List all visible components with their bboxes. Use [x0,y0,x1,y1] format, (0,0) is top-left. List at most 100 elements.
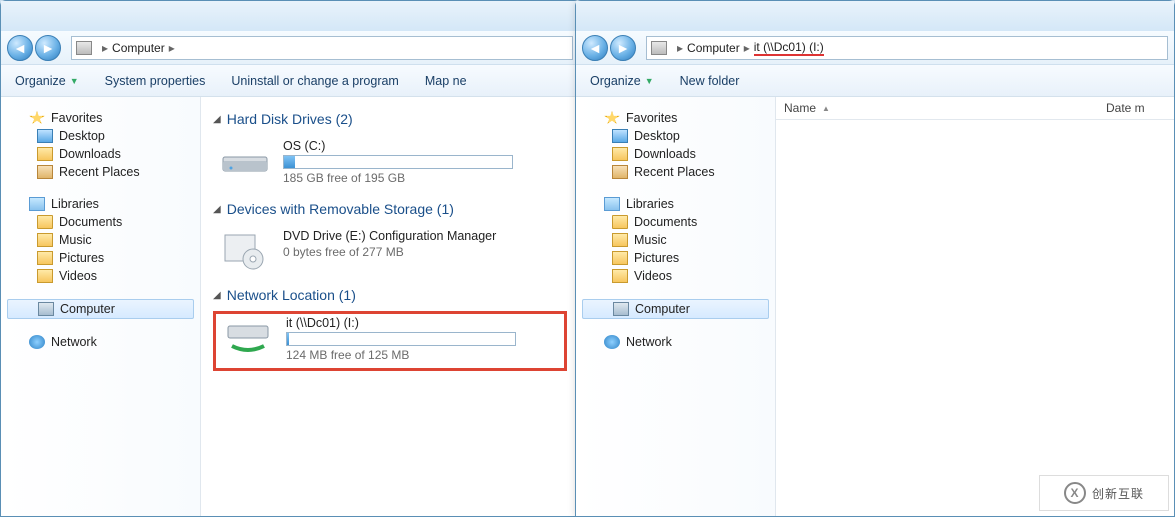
folder-icon [37,269,53,283]
recent-icon [37,165,53,179]
sidebar-item-videos[interactable]: Videos [1,267,200,285]
breadcrumb-separator-icon: ▸ [102,41,108,55]
nav-back-button[interactable]: ◄ [582,35,608,61]
dropdown-icon: ▼ [645,76,654,86]
breadcrumb-separator-icon: ▸ [744,41,750,55]
titlebar[interactable] [576,1,1174,31]
folder-icon [612,215,628,229]
navbar: ◄ ► ▸ Computer ▸ it (\\Dc01) (I:) [576,31,1174,65]
folder-icon [37,251,53,265]
window-body: ▷Favorites Desktop Downloads Recent Plac… [576,97,1174,516]
capacity-bar [283,155,513,169]
category-hard-disk-drives[interactable]: ◢Hard Disk Drives (2) [213,111,567,127]
sidebar-favorites-header[interactable]: ▷Favorites [1,109,200,127]
system-properties-button[interactable]: System properties [105,74,206,88]
collapse-icon: ◢ [213,114,221,125]
watermark: X 创新互联 [1039,475,1169,511]
drive-free-text: 185 GB free of 195 GB [283,171,563,185]
column-headers: Name▲ Date m [776,97,1174,120]
computer-icon [613,302,629,316]
drive-icon [651,41,667,55]
sidebar-item-pictures[interactable]: Pictures [576,249,775,267]
sidebar-libraries-header[interactable]: ▷Libraries [576,195,775,213]
breadcrumb-separator-icon: ▸ [169,41,175,55]
recent-icon [612,165,628,179]
folder-icon [612,251,628,265]
file-list-empty [776,120,1174,480]
capacity-bar [286,332,516,346]
drive-network-it-dc01[interactable]: it (\\Dc01) (I:) 124 MB free of 125 MB [213,311,567,371]
category-removable-storage[interactable]: ◢Devices with Removable Storage (1) [213,201,567,217]
map-network-drive-button[interactable]: Map ne [425,74,467,88]
sidebar-item-pictures[interactable]: Pictures [1,249,200,267]
folder-icon [37,233,53,247]
drive-free-text: 0 bytes free of 277 MB [283,245,563,259]
titlebar[interactable] [1,1,579,31]
watermark-text: 创新互联 [1092,485,1144,502]
breadcrumb-computer[interactable]: Computer [112,41,165,55]
nav-back-button[interactable]: ◄ [7,35,33,61]
content-pane: ◢Hard Disk Drives (2) OS (C:) 185 GB fre… [201,97,579,516]
content-pane: Name▲ Date m [776,97,1174,516]
sidebar-item-documents[interactable]: Documents [576,213,775,231]
sidebar-favorites-header[interactable]: ▷Favorites [576,109,775,127]
drive-dvd-e[interactable]: DVD Drive (E:) Configuration Manager 0 b… [213,225,567,275]
command-bar: Organize▼ New folder [576,65,1174,97]
downloads-icon [37,147,53,161]
sidebar-item-desktop[interactable]: Desktop [1,127,200,145]
explorer-window-computer: ◄ ► ▸ Computer ▸ Organize▼ System proper… [0,0,580,517]
address-bar[interactable]: ▸ Computer ▸ [71,36,573,60]
address-bar[interactable]: ▸ Computer ▸ it (\\Dc01) (I:) [646,36,1168,60]
organize-menu[interactable]: Organize▼ [590,74,654,88]
folder-icon [37,215,53,229]
drive-os-c[interactable]: OS (C:) 185 GB free of 195 GB [213,135,567,189]
network-drive-icon [220,316,276,358]
folder-icon [612,269,628,283]
breadcrumb-computer[interactable]: Computer [687,41,740,55]
folder-icon [612,233,628,247]
command-bar: Organize▼ System properties Uninstall or… [1,65,579,97]
computer-icon [38,302,54,316]
star-icon [604,111,620,125]
libraries-icon [29,197,45,211]
desktop-icon [37,129,53,143]
sidebar-item-recent-places[interactable]: Recent Places [1,163,200,181]
category-network-location[interactable]: ◢Network Location (1) [213,287,567,303]
drive-label: DVD Drive (E:) Configuration Manager [283,229,563,243]
sidebar-item-music[interactable]: Music [576,231,775,249]
hard-disk-icon [217,139,273,181]
nav-forward-button[interactable]: ► [35,35,61,61]
navigation-pane: ▷Favorites Desktop Downloads Recent Plac… [576,97,776,516]
network-icon [29,335,45,349]
sidebar-item-videos[interactable]: Videos [576,267,775,285]
breadcrumb-network-drive[interactable]: it (\\Dc01) (I:) [754,40,824,56]
nav-forward-button[interactable]: ► [610,35,636,61]
window-body: ▷Favorites Desktop Downloads Recent Plac… [1,97,579,516]
sidebar-item-desktop[interactable]: Desktop [576,127,775,145]
sidebar-item-music[interactable]: Music [1,231,200,249]
network-icon [604,335,620,349]
sidebar-item-network[interactable]: ▷Network [576,333,775,351]
breadcrumb-separator-icon: ▸ [677,41,683,55]
sidebar-item-network[interactable]: ▷Network [1,333,200,351]
navigation-pane: ▷Favorites Desktop Downloads Recent Plac… [1,97,201,516]
sidebar-item-computer[interactable]: Computer [582,299,769,319]
sidebar-item-documents[interactable]: Documents [1,213,200,231]
drive-label: it (\\Dc01) (I:) [286,316,560,330]
organize-menu[interactable]: Organize▼ [15,74,79,88]
libraries-icon [604,197,620,211]
sort-ascending-icon: ▲ [822,104,830,113]
column-header-date[interactable]: Date m [1106,101,1166,115]
sidebar-item-downloads[interactable]: Downloads [576,145,775,163]
sidebar-item-computer[interactable]: Computer [7,299,194,319]
star-icon [29,111,45,125]
column-header-name[interactable]: Name▲ [784,101,1106,115]
navbar: ◄ ► ▸ Computer ▸ [1,31,579,65]
sidebar-item-downloads[interactable]: Downloads [1,145,200,163]
sidebar-item-recent-places[interactable]: Recent Places [576,163,775,181]
uninstall-program-button[interactable]: Uninstall or change a program [231,74,398,88]
drive-label: OS (C:) [283,139,563,153]
sidebar-libraries-header[interactable]: ▷Libraries [1,195,200,213]
drive-free-text: 124 MB free of 125 MB [286,348,560,362]
new-folder-button[interactable]: New folder [680,74,740,88]
